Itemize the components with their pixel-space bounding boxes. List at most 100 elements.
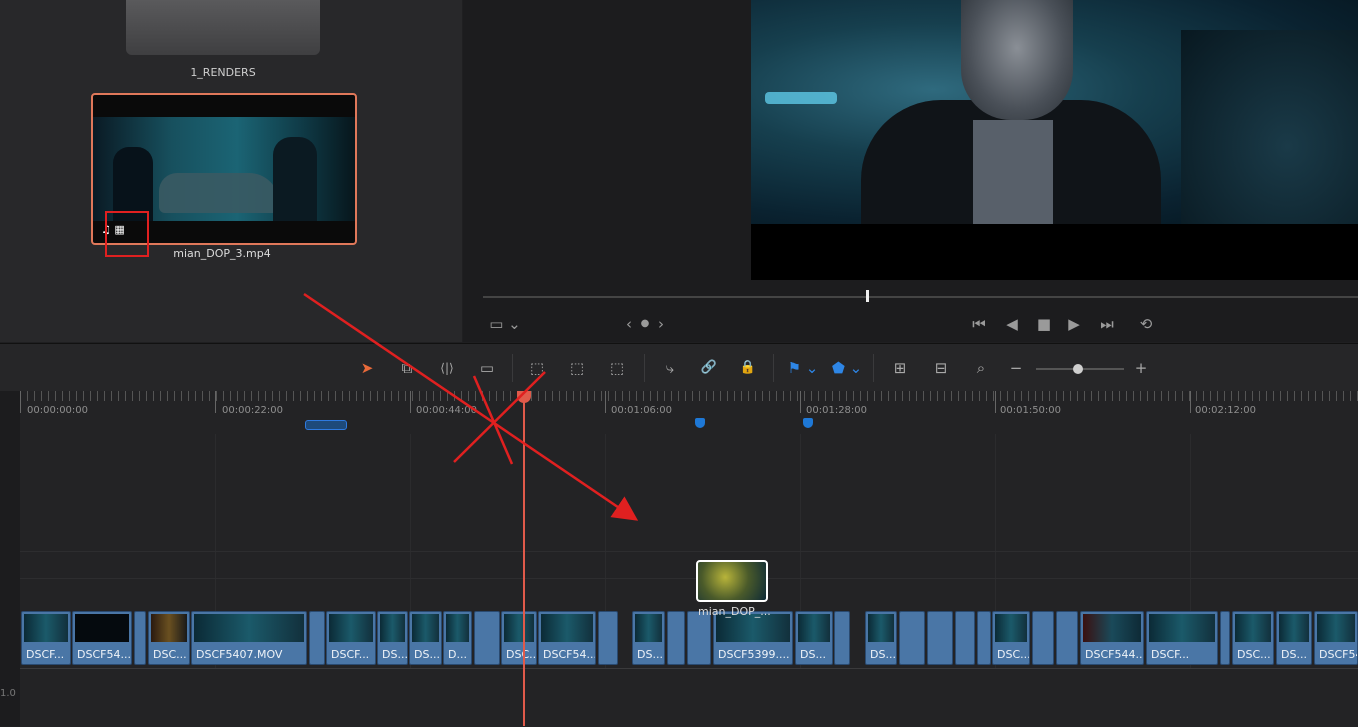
timeline-clip[interactable] [474,611,500,665]
position-lock-icon[interactable]: 🔒 [733,356,763,380]
scrubber-handle[interactable] [866,290,869,302]
toolbar-divider [873,354,874,382]
last-frame-icon[interactable]: ⏭ [1093,310,1121,338]
ruler-timecode: 00:00:00:00 [27,405,89,416]
timeline-clip[interactable] [134,611,146,665]
clip-name: DSCF5399.... [718,648,790,661]
timeline-clip[interactable]: DSCF... [326,611,376,665]
timeline-clip[interactable] [977,611,991,665]
scrubber-track[interactable] [483,296,1358,298]
flag-icon[interactable]: ⚑ ⌄ [785,356,821,380]
play-reverse-icon[interactable]: ◀ [1001,310,1023,338]
blade-tool-icon[interactable]: ▭ [472,356,502,380]
timeline-clip[interactable]: DSC... [148,611,190,665]
nav-dot-icon[interactable]: ● [638,310,652,338]
clip-name: D... [448,648,467,661]
timeline-clip[interactable]: DS... [795,611,833,665]
timeline-clip[interactable] [834,611,850,665]
thumbnail-figure-right [273,137,317,221]
playhead-line[interactable] [523,398,525,726]
timeline-clip[interactable]: DSCF54 [1314,611,1358,665]
stop-icon[interactable]: ■ [1033,310,1055,338]
timeline-clip[interactable]: DSCF... [21,611,71,665]
play-icon[interactable]: ▶ [1063,310,1085,338]
timeline-clip[interactable]: DSCF54... [72,611,132,665]
timeline-clip[interactable] [927,611,953,665]
timeline-clip[interactable]: DSCF54... [538,611,596,665]
clip-name: DSCF54... [543,648,596,661]
replace-clip-icon[interactable]: ⬚ [602,356,632,380]
overwrite-clip-icon[interactable]: ⬚ [562,356,592,380]
timeline-marker[interactable] [803,418,813,428]
zoom-slider-handle[interactable] [1073,364,1083,374]
ruler-major-tick [410,391,411,413]
dynamic-trim-icon[interactable]: ⟨|⟩ [432,356,462,380]
first-frame-icon[interactable]: ⏮ [965,310,993,338]
clip-thumbnail [194,614,304,642]
timeline-clip[interactable] [1056,611,1078,665]
clip-name: DS... [870,648,896,661]
clip-thumbnail [1235,614,1271,642]
clip-name: DS... [800,648,826,661]
clip-name: DS... [414,648,440,661]
clip-thumbnail [868,614,894,642]
clip-name: DSCF... [1151,648,1190,661]
timeline-clip[interactable]: DS... [377,611,408,665]
timeline-clip[interactable] [687,611,711,665]
timeline-clip[interactable]: DSCF5399.... [713,611,793,665]
timeline-clip[interactable]: DSC... [992,611,1030,665]
zoom-in-icon[interactable]: + [1126,356,1156,380]
selection-tool-icon[interactable]: ➤ [352,356,382,380]
folder-thumbnail[interactable] [126,0,320,55]
nav-prev-icon[interactable]: ‹ [621,310,637,338]
marker-icon[interactable]: ⬟ ⌄ [829,356,865,380]
toolbar-divider [512,354,513,382]
timeline-marker[interactable] [695,418,705,428]
timeline-clip[interactable]: DSCF5407.MOV [191,611,307,665]
clip-thumbnail [151,614,187,642]
timeline-clip[interactable] [955,611,975,665]
timeline-clip[interactable] [1032,611,1054,665]
timeline-clip[interactable] [667,611,685,665]
zoom-out-icon[interactable]: − [1001,356,1031,380]
range-marker[interactable] [305,420,347,430]
timeline-clip[interactable]: DSC... [1232,611,1274,665]
clip-thumbnail [541,614,593,642]
zoom-full-icon[interactable]: ⊞ [885,356,915,380]
clip-thumbnail [995,614,1027,642]
insert-clip-icon[interactable]: ⬚ [522,356,552,380]
timeline-clip[interactable] [1220,611,1230,665]
clip-thumbnail [1149,614,1215,642]
ruler-timecode: 00:01:06:00 [611,405,673,416]
zoom-detail-icon[interactable]: ⊟ [926,356,956,380]
dragged-clip-thumbnail[interactable] [696,560,768,602]
ruler-timecode: 00:01:50:00 [1000,405,1062,416]
trim-tool-icon[interactable]: ⧉ [392,356,422,380]
timeline-clip[interactable]: DSCF... [1146,611,1218,665]
nav-next-icon[interactable]: › [653,310,669,338]
timeline-clip[interactable]: DSCF544... [1080,611,1144,665]
timeline-clip[interactable]: DS... [1276,611,1312,665]
timeline-clip[interactable]: DS... [409,611,442,665]
loop-icon[interactable]: ⟲ [1133,310,1159,338]
toolbar-divider [644,354,645,382]
timeline-clip[interactable]: DS... [632,611,665,665]
ruler-timecode: 00:01:28:00 [806,405,868,416]
viewer-toolbar: ▭ ⌄ ‹ ● › ⏮ ◀ ■ ▶ ⏭ ⟲ [463,310,1358,338]
timeline-clip[interactable]: DSC... [501,611,537,665]
zoom-custom-icon[interactable]: ⌕ [966,356,996,380]
timeline-clip[interactable]: DS... [865,611,897,665]
clip-thumbnail [75,614,129,642]
audio-track[interactable] [20,668,1358,727]
timeline-ruler[interactable]: 00:00:00:00 00:00:22:00 00:00:44:00 00:0… [20,391,1358,435]
timeline-clip[interactable] [598,611,618,665]
timeline-clip[interactable] [309,611,325,665]
clip-thumbnail [1279,614,1309,642]
timeline-clip[interactable] [899,611,925,665]
scene-shirt [973,120,1053,224]
snapping-icon[interactable]: ⤷ [655,356,685,380]
linked-selection-icon[interactable]: 🔗 [694,356,724,380]
ruler-major-tick [605,391,606,413]
timeline-clip[interactable]: D... [443,611,472,665]
view-mode-icon[interactable]: ▭ ⌄ [483,310,527,338]
